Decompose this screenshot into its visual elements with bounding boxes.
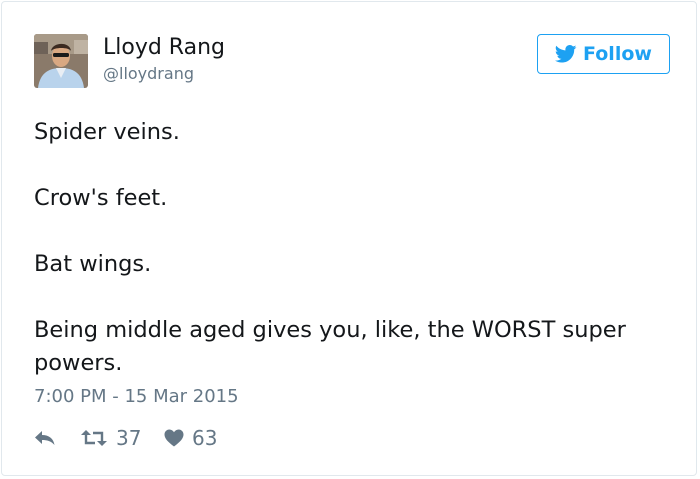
like-count: 63 bbox=[192, 426, 218, 450]
like-button[interactable]: 63 bbox=[164, 424, 217, 452]
follow-button-label: Follow bbox=[583, 43, 652, 65]
user-handle[interactable]: @lloydrang bbox=[103, 64, 194, 83]
tweet-line: Being middle aged gives you, like, the W… bbox=[34, 317, 626, 376]
tweet-line: Bat wings. bbox=[34, 251, 152, 277]
tweet-line: Crow's feet. bbox=[34, 185, 168, 211]
follow-button[interactable]: Follow bbox=[537, 34, 670, 74]
heart-icon bbox=[164, 429, 184, 447]
reply-button[interactable] bbox=[34, 424, 56, 452]
twitter-bird-icon bbox=[555, 45, 577, 63]
retweet-button[interactable]: 37 bbox=[80, 424, 141, 452]
display-name[interactable]: Lloyd Rang bbox=[103, 35, 225, 60]
tweet-text: Spider veins. Crow's feet. Bat wings. Be… bbox=[34, 116, 674, 380]
tweet-line: Spider veins. bbox=[34, 119, 180, 145]
reply-icon bbox=[35, 431, 55, 445]
retweet-count: 37 bbox=[116, 426, 142, 450]
avatar[interactable] bbox=[34, 34, 88, 88]
avatar-photo-icon bbox=[34, 34, 88, 88]
tweet-card: Lloyd Rang @lloydrang Follow Spider vein… bbox=[1, 1, 697, 476]
tweet-timestamp[interactable]: 7:00 PM - 15 Mar 2015 bbox=[34, 386, 239, 407]
retweet-icon bbox=[81, 430, 107, 446]
